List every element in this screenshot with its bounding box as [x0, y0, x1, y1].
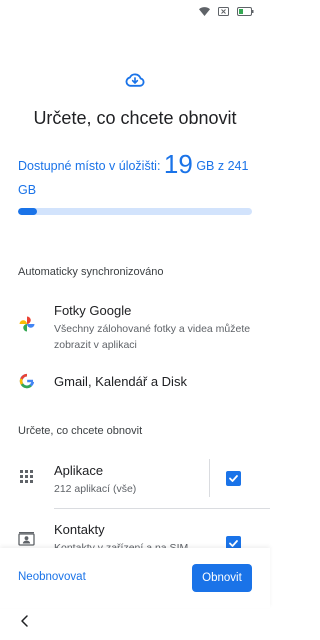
row-title-gmail-calendar-drive: Gmail, Kalendář a Disk: [54, 374, 187, 389]
apps-grid-icon: [20, 470, 33, 483]
status-icons: [199, 7, 254, 16]
no-sim-icon: [218, 7, 229, 16]
row-subtitle-apps: 212 aplikací (vše): [54, 483, 137, 495]
storage-summary: Dostupné místo v úložišti: 19 GB z 241 G…: [18, 149, 258, 202]
status-bar: [0, 0, 270, 28]
skip-restore-button[interactable]: Neobnovovat: [18, 571, 86, 583]
storage-prefix: Dostupné místo v úložišti:: [18, 159, 161, 173]
storage-progress-bar: [18, 208, 252, 215]
check-icon: [229, 475, 238, 482]
section-label-auto-sync: Automaticky synchronizováno: [18, 266, 164, 278]
google-photos-icon: [19, 316, 35, 332]
row-divider-vertical: [209, 459, 210, 497]
wifi-icon: [199, 7, 210, 16]
row-title-apps[interactable]: Aplikace: [54, 463, 103, 478]
action-footer: Neobnovovat Obnovit: [0, 548, 270, 608]
storage-free-value: 19: [163, 149, 193, 179]
row-title-google-photos: Fotky Google: [54, 303, 132, 318]
row-title-contacts[interactable]: Kontakty: [54, 522, 105, 537]
cloud-download-icon: [125, 73, 145, 87]
row-divider: [54, 508, 270, 509]
apps-checkbox[interactable]: [226, 471, 241, 486]
row-subtitle-google-photos: Všechny zálohované fotky a videa můžete …: [54, 323, 251, 351]
contacts-icon: [18, 532, 35, 546]
page-title: Určete, co chcete obnovit: [33, 108, 237, 128]
back-chevron-icon[interactable]: [19, 614, 31, 628]
section-label-restore: Určete, co chcete obnovit: [18, 425, 143, 437]
battery-icon: [237, 7, 254, 16]
restore-button[interactable]: Obnovit: [192, 564, 252, 592]
storage-progress-fill: [18, 208, 37, 215]
google-g-icon: [19, 373, 35, 389]
